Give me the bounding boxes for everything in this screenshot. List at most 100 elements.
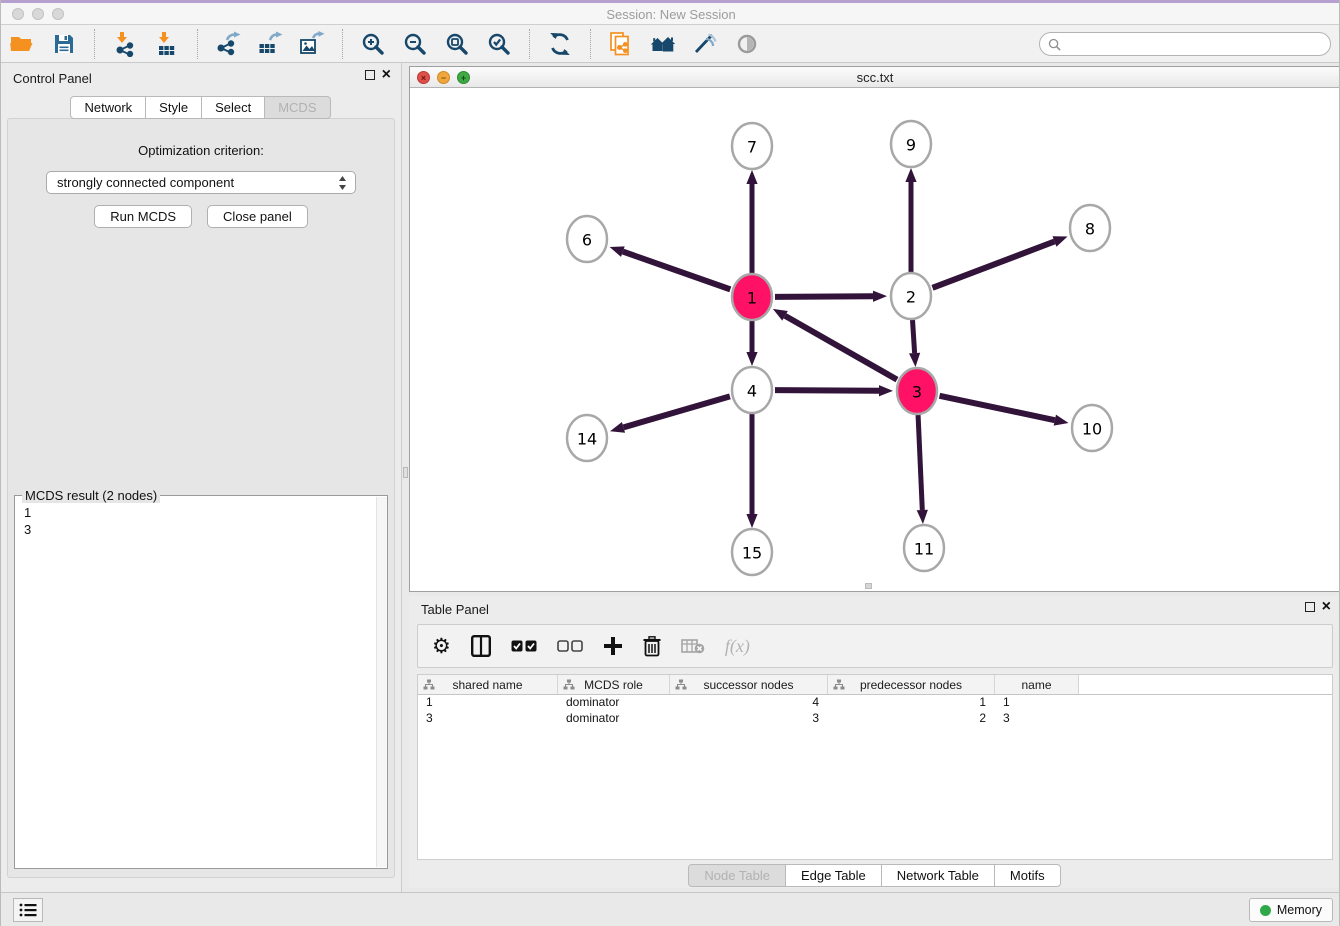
table-cell[interactable]: dominator bbox=[558, 695, 670, 711]
network-window-titlebar[interactable]: × − + scc.txt bbox=[410, 67, 1340, 88]
table-row[interactable]: 1dominator411 bbox=[418, 695, 1332, 711]
table-settings-button[interactable]: ⚙ bbox=[432, 631, 451, 661]
hide-graphics-details-button[interactable] bbox=[690, 29, 720, 59]
export-table-button[interactable] bbox=[255, 29, 285, 59]
graph-node-label: 15 bbox=[742, 544, 762, 563]
column-header-name[interactable]: name bbox=[995, 675, 1079, 694]
table-cell[interactable]: 1 bbox=[828, 695, 995, 711]
table-cell[interactable]: dominator bbox=[558, 711, 670, 727]
export-image-button[interactable] bbox=[297, 29, 327, 59]
tab-style[interactable]: Style bbox=[145, 96, 202, 119]
edge-arrowhead bbox=[909, 353, 920, 367]
close-table-panel-icon[interactable]: × bbox=[1322, 602, 1331, 612]
hierarchy-icon bbox=[563, 679, 575, 691]
close-panel-button[interactable]: Close panel bbox=[207, 205, 308, 228]
graph-node-label: 1 bbox=[747, 289, 757, 308]
unselect-all-columns-button[interactable] bbox=[557, 631, 583, 661]
tab-node-table[interactable]: Node Table bbox=[688, 864, 786, 887]
edge-1-2[interactable] bbox=[775, 296, 873, 297]
save-session-button[interactable] bbox=[49, 29, 79, 59]
tab-network-table[interactable]: Network Table bbox=[881, 864, 995, 887]
hide-graphics-details-icon bbox=[692, 31, 718, 57]
column-header-successor-nodes[interactable]: successor nodes bbox=[670, 675, 828, 694]
hierarchy-icon bbox=[675, 679, 687, 691]
function-builder-button: f(x) bbox=[725, 631, 750, 661]
edge-3-10[interactable] bbox=[940, 396, 1055, 420]
zoom-fit-button[interactable] bbox=[442, 29, 472, 59]
edge-4-14[interactable] bbox=[623, 396, 729, 427]
search-input[interactable] bbox=[1066, 37, 1316, 52]
edge-arrowhead bbox=[746, 514, 757, 528]
task-history-button[interactable] bbox=[13, 898, 43, 922]
search-icon bbox=[1048, 38, 1061, 51]
toolbar-separator bbox=[590, 29, 591, 59]
zoom-out-button[interactable] bbox=[400, 29, 430, 59]
table-panel-title: Table Panel bbox=[421, 602, 489, 617]
tab-motifs[interactable]: Motifs bbox=[994, 864, 1061, 887]
table-cell[interactable]: 1 bbox=[418, 695, 558, 711]
table-cell[interactable]: 3 bbox=[670, 711, 828, 727]
canvas-resize-grip[interactable] bbox=[865, 583, 872, 589]
edge-2-8[interactable] bbox=[933, 241, 1055, 287]
export-network-button[interactable] bbox=[213, 29, 243, 59]
node-table: shared name MCDS rolesuccessor nodesprede… bbox=[417, 674, 1333, 860]
network-view-window: × − + scc.txt 7968124314101511 bbox=[409, 66, 1340, 592]
column-header-shared-name[interactable]: shared name bbox=[418, 675, 558, 694]
trash-icon bbox=[643, 636, 661, 657]
select-all-columns-button[interactable] bbox=[511, 631, 537, 661]
optimization-criterion-select[interactable]: strongly connected component bbox=[46, 171, 356, 194]
column-header-label: shared name bbox=[452, 678, 522, 692]
edge-4-3[interactable] bbox=[775, 390, 879, 391]
panel-splitter[interactable] bbox=[401, 63, 409, 892]
table-cell[interactable]: 4 bbox=[670, 695, 828, 711]
float-panel-icon[interactable] bbox=[365, 70, 375, 80]
home-icon bbox=[650, 31, 676, 57]
edge-3-1[interactable] bbox=[785, 316, 897, 380]
home-button[interactable] bbox=[648, 29, 678, 59]
show-graphics-details-button[interactable] bbox=[732, 29, 762, 59]
table-cell[interactable]: 3 bbox=[418, 711, 558, 727]
edge-arrowhead bbox=[610, 246, 625, 257]
edge-arrowhead bbox=[917, 510, 928, 524]
import-network-icon bbox=[112, 31, 138, 57]
table-row[interactable]: 3dominator323 bbox=[418, 711, 1332, 727]
result-scrollbar[interactable] bbox=[376, 497, 387, 867]
clone-network-button[interactable] bbox=[606, 29, 636, 59]
tab-select[interactable]: Select bbox=[201, 96, 265, 119]
zoom-in-icon bbox=[360, 31, 386, 57]
delete-column-button[interactable] bbox=[643, 631, 661, 661]
checked-boxes-icon bbox=[511, 640, 537, 652]
import-table-button[interactable] bbox=[152, 29, 182, 59]
network-canvas[interactable]: 7968124314101511 bbox=[410, 88, 1340, 591]
close-panel-icon[interactable]: × bbox=[382, 70, 391, 80]
splitter-grip[interactable] bbox=[403, 467, 408, 478]
open-session-button[interactable] bbox=[7, 29, 37, 59]
float-table-panel-icon[interactable] bbox=[1305, 602, 1315, 612]
import-network-button[interactable] bbox=[110, 29, 140, 59]
column-header-predecessor-nodes[interactable]: predecessor nodes bbox=[828, 675, 995, 694]
column-header-MCDS-role[interactable]: MCDS role bbox=[558, 675, 670, 694]
export-table-icon bbox=[257, 31, 283, 57]
network-search-field[interactable] bbox=[1039, 32, 1331, 56]
status-bar: Memory bbox=[1, 892, 1340, 926]
zoom-selected-button[interactable] bbox=[484, 29, 514, 59]
export-image-icon bbox=[299, 31, 325, 57]
show-columns-button[interactable] bbox=[471, 631, 491, 661]
edge-2-3[interactable] bbox=[912, 319, 914, 353]
create-column-button[interactable] bbox=[603, 631, 623, 661]
table-cell[interactable]: 3 bbox=[995, 711, 1079, 727]
run-mcds-button[interactable]: Run MCDS bbox=[94, 205, 192, 228]
tab-mcds[interactable]: MCDS bbox=[264, 96, 330, 119]
edge-3-11[interactable] bbox=[918, 414, 922, 510]
refresh-button[interactable] bbox=[545, 29, 575, 59]
zoom-in-button[interactable] bbox=[358, 29, 388, 59]
table-cell[interactable]: 1 bbox=[995, 695, 1079, 711]
edge-1-6[interactable] bbox=[623, 252, 730, 290]
tab-network[interactable]: Network bbox=[70, 96, 146, 119]
memory-status-icon bbox=[1260, 905, 1271, 916]
tab-edge-table[interactable]: Edge Table bbox=[785, 864, 882, 887]
plus-icon bbox=[603, 636, 623, 656]
memory-button[interactable]: Memory bbox=[1249, 898, 1333, 922]
graph-node-label: 2 bbox=[906, 288, 916, 307]
table-cell[interactable]: 2 bbox=[828, 711, 995, 727]
